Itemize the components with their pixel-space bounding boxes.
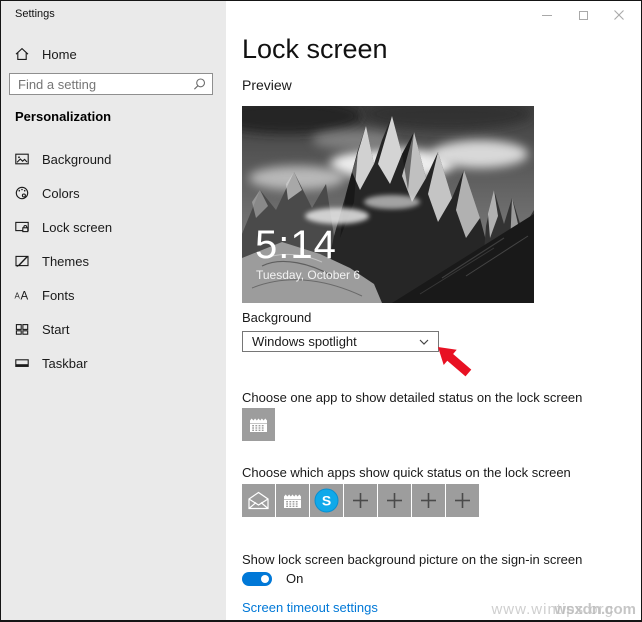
sidebar-item-colors[interactable]: Colors [1, 176, 226, 210]
background-dropdown-value: Windows spotlight [252, 334, 357, 349]
sidebar-item-home[interactable]: Home [1, 39, 226, 69]
add-icon [353, 493, 368, 508]
sidebar-item-lock-screen[interactable]: Lock screen [1, 210, 226, 244]
sidebar-home-label: Home [42, 46, 77, 62]
background-label: Background [242, 310, 312, 325]
sidebar-item-label: Themes [42, 253, 89, 269]
home-icon [15, 47, 29, 60]
add-app-tile[interactable] [412, 484, 445, 517]
quick-status-label: Choose which apps show quick status on t… [242, 465, 571, 480]
sidebar-item-label: Background [42, 151, 112, 167]
settings-window: Settings Home Personalization [0, 0, 642, 622]
calendar-icon [284, 494, 301, 508]
maximize-button[interactable] [565, 1, 601, 29]
sidebar-item-start[interactable]: Start [1, 312, 226, 346]
sidebar-item-label: Start [42, 321, 70, 337]
watermark: www.wintips.org wsxdn.com [466, 598, 636, 618]
start-icon [15, 324, 29, 335]
page-title: Lock screen [242, 34, 388, 64]
signin-toggle[interactable] [242, 571, 272, 586]
sidebar-item-label: Colors [42, 185, 80, 201]
sidebar-item-label: Fonts [42, 287, 75, 303]
svg-text:A: A [21, 291, 29, 303]
background-dropdown[interactable]: Windows spotlight [242, 331, 439, 352]
search-input[interactable] [10, 74, 212, 94]
calendar-app-tile[interactable] [242, 408, 275, 441]
window-title: Settings [15, 8, 55, 20]
add-icon [387, 493, 402, 508]
sidebar-item-label: Taskbar [42, 355, 88, 371]
close-button[interactable] [601, 1, 637, 29]
lock-screen-icon [15, 221, 29, 233]
add-icon [455, 493, 470, 508]
themes-icon [15, 255, 29, 268]
preview-label: Preview [242, 77, 292, 93]
svg-text:S: S [322, 493, 331, 509]
search-box [9, 73, 213, 95]
sidebar-item-label: Lock screen [42, 219, 113, 235]
signin-toggle-state: On [286, 571, 304, 586]
sidebar-section-personalization: Personalization [15, 109, 112, 124]
add-app-tile[interactable] [378, 484, 411, 517]
taskbar-icon [15, 359, 29, 367]
sidebar-item-background[interactable]: Background [1, 142, 226, 176]
add-app-tile[interactable] [446, 484, 479, 517]
detailed-status-apps [242, 408, 276, 441]
preview-time: 5:14 [255, 223, 337, 267]
sidebar: Settings Home Personalization [1, 1, 226, 620]
close-icon [614, 10, 624, 20]
palette-icon [15, 186, 29, 200]
chevron-down-icon [419, 339, 429, 345]
search-icon [194, 78, 206, 90]
sidebar-nav: Background Colors Lock screen Themes A A… [1, 142, 226, 380]
watermark-site: www.wintips.org [491, 601, 614, 618]
mail-icon [248, 491, 269, 510]
calendar-app-tile[interactable] [276, 484, 309, 517]
sidebar-item-fonts[interactable]: A A Fonts [1, 278, 226, 312]
skype-icon: S [314, 488, 339, 513]
window-controls [529, 1, 637, 29]
signin-toggle-label: Show lock screen background picture on t… [242, 552, 583, 567]
sidebar-item-taskbar[interactable]: Taskbar [1, 346, 226, 380]
skype-app-tile[interactable]: S [310, 484, 343, 517]
quick-status-apps: S [242, 484, 480, 517]
preview-date: Tuesday, October 6 [256, 268, 360, 282]
fonts-icon: A A [15, 291, 29, 303]
signin-toggle-row: On [242, 571, 303, 586]
image-icon [15, 153, 29, 165]
calendar-icon [250, 418, 267, 432]
lock-screen-preview-image: 5:14 Tuesday, October 6 [242, 106, 534, 303]
minimize-icon [542, 14, 552, 16]
sidebar-item-themes[interactable]: Themes [1, 244, 226, 278]
minimize-button[interactable] [529, 1, 565, 29]
add-app-tile[interactable] [344, 484, 377, 517]
add-icon [421, 493, 436, 508]
detailed-status-label: Choose one app to show detailed status o… [242, 390, 583, 405]
toggle-knob [261, 574, 269, 583]
screen-timeout-settings-link[interactable]: Screen timeout settings [242, 600, 378, 615]
mail-app-tile[interactable] [242, 484, 275, 517]
maximize-icon [578, 10, 588, 20]
watermark-overlay: wsxdn.com [554, 601, 636, 618]
